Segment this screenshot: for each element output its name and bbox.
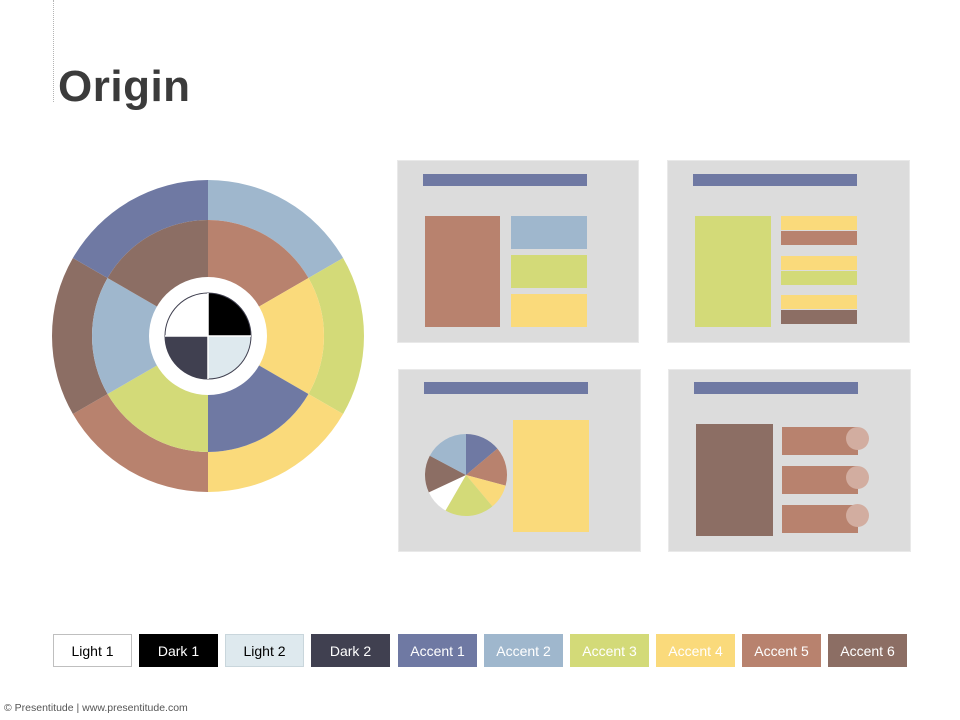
thumbnail-content-block <box>781 295 857 309</box>
swatch-accent-5: Accent 5 <box>742 634 821 667</box>
thumbnail-content-block <box>781 310 857 324</box>
thumbnail-bullet-circle <box>846 427 869 450</box>
slide-title: Origin <box>58 62 191 111</box>
thumbnail-content-block <box>781 231 857 245</box>
thumbnail-title-bar <box>693 174 857 186</box>
thumbnail-content-block <box>511 294 587 327</box>
swatch-accent-1: Accent 1 <box>398 634 477 667</box>
layout-thumbnail-1 <box>397 160 639 343</box>
footer-copyright: © Presentitude | www.presentitude.com <box>4 702 188 714</box>
thumbnail-title-bar <box>423 174 587 186</box>
thumbnail-content-block <box>511 216 587 249</box>
thumbnail-content-block <box>781 256 857 270</box>
thumbnail-content-block <box>511 255 587 288</box>
color-wheel <box>52 180 364 492</box>
thumbnail-content-block <box>425 216 500 327</box>
thumbnail-content-block <box>696 424 773 536</box>
thumbnail-content-block <box>695 216 771 327</box>
thumbnail-content-block <box>781 271 857 285</box>
swatch-dark-1: Dark 1 <box>139 634 218 667</box>
swatch-accent-6: Accent 6 <box>828 634 907 667</box>
thumbnail-content-block <box>781 216 857 230</box>
swatch-light-1: Light 1 <box>53 634 132 667</box>
thumbnail-pie-chart <box>425 434 507 516</box>
guide-line <box>53 0 54 102</box>
thumbnail-bullet-circle <box>846 466 869 489</box>
layout-thumbnail-2 <box>667 160 910 343</box>
thumbnail-content-block <box>513 420 589 532</box>
layout-thumbnail-4 <box>668 369 911 552</box>
thumbnail-title-bar <box>694 382 858 394</box>
swatch-dark-2: Dark 2 <box>311 634 390 667</box>
swatch-accent-3: Accent 3 <box>570 634 649 667</box>
swatch-light-2: Light 2 <box>225 634 304 667</box>
thumbnail-title-bar <box>424 382 588 394</box>
swatch-accent-4: Accent 4 <box>656 634 735 667</box>
swatch-accent-2: Accent 2 <box>484 634 563 667</box>
thumbnail-bullet-circle <box>846 504 869 527</box>
layout-thumbnail-3 <box>398 369 641 552</box>
